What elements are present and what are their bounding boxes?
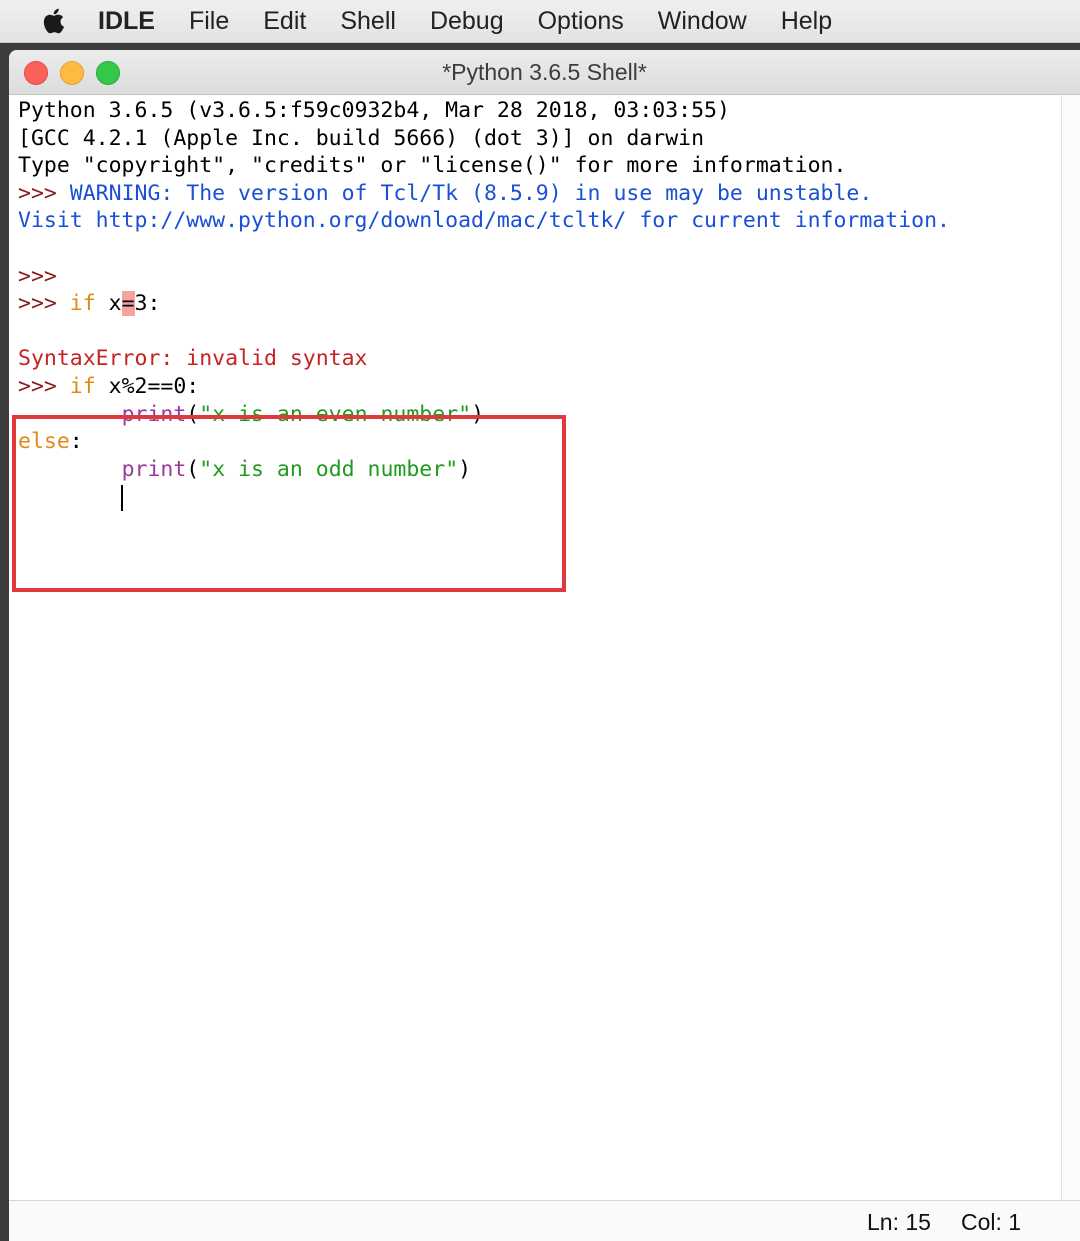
menu-app-idle[interactable]: IDLE [98, 7, 155, 36]
warning-line: >>> WARNING: The version of Tcl/Tk (8.5.… [18, 180, 872, 208]
menu-window[interactable]: Window [658, 7, 747, 36]
vertical-scrollbar[interactable] [1061, 95, 1080, 1200]
shell-prompt: >>> [18, 264, 57, 289]
status-bar: Ln: 15 Col: 1 [9, 1200, 1080, 1241]
shell-text-area[interactable]: Python 3.6.5 (v3.6.5:f59c0932b4, Mar 28 … [9, 95, 1061, 1200]
code-text: 3: [134, 291, 161, 316]
menu-help[interactable]: Help [781, 7, 832, 36]
banner-gcc-line: [GCC 4.2.1 (Apple Inc. build 5666) (dot … [18, 126, 705, 151]
banner-version-line: Python 3.6.5 (v3.6.5:f59c0932b4, Mar 28 … [18, 98, 730, 123]
column-number-indicator: Col: 1 [961, 1209, 1022, 1235]
annotation-highlight-box [12, 415, 566, 592]
menu-shell[interactable]: Shell [340, 7, 396, 36]
empty-prompt-line: >>> [18, 263, 57, 291]
menu-options[interactable]: Options [538, 7, 624, 36]
menu-debug[interactable]: Debug [430, 7, 504, 36]
warning-text: WARNING: The version of Tcl/Tk (8.5.9) i… [56, 181, 873, 206]
menu-file[interactable]: File [189, 7, 229, 36]
apple-logo-icon[interactable] [34, 6, 74, 36]
line-number-indicator: Ln: 15 [867, 1209, 931, 1235]
window-title: *Python 3.6.5 Shell* [442, 59, 647, 85]
command-line-if-modulo: >>> if x%2==0: [18, 373, 199, 401]
syntax-error-message: SyntaxError: invalid syntax [18, 346, 368, 371]
idle-shell-window: *Python 3.6.5 Shell* Python 3.6.5 (v3.6.… [9, 50, 1080, 1241]
shell-prompt: >>> [18, 374, 57, 399]
keyword-if: if [69, 291, 96, 316]
menu-edit[interactable]: Edit [263, 7, 306, 36]
keyword-if: if [69, 374, 96, 399]
shell-prompt: >>> [18, 291, 57, 316]
tcltk-link-line: Visit http://www.python.org/download/mac… [18, 208, 950, 233]
shell-prompt: >>> [18, 181, 57, 206]
menu-bar: IDLE File Edit Shell Debug Options Windo… [0, 0, 1080, 43]
command-line-if-assign: >>> if x=3: [18, 290, 160, 318]
window-titlebar[interactable]: *Python 3.6.5 Shell* [9, 50, 1080, 95]
error-highlight-equals: = [121, 291, 135, 316]
variable-x: x [108, 291, 122, 316]
banner-info-line: Type "copyright", "credits" or "license(… [18, 153, 847, 178]
code-text: x%2==0: [108, 374, 200, 399]
